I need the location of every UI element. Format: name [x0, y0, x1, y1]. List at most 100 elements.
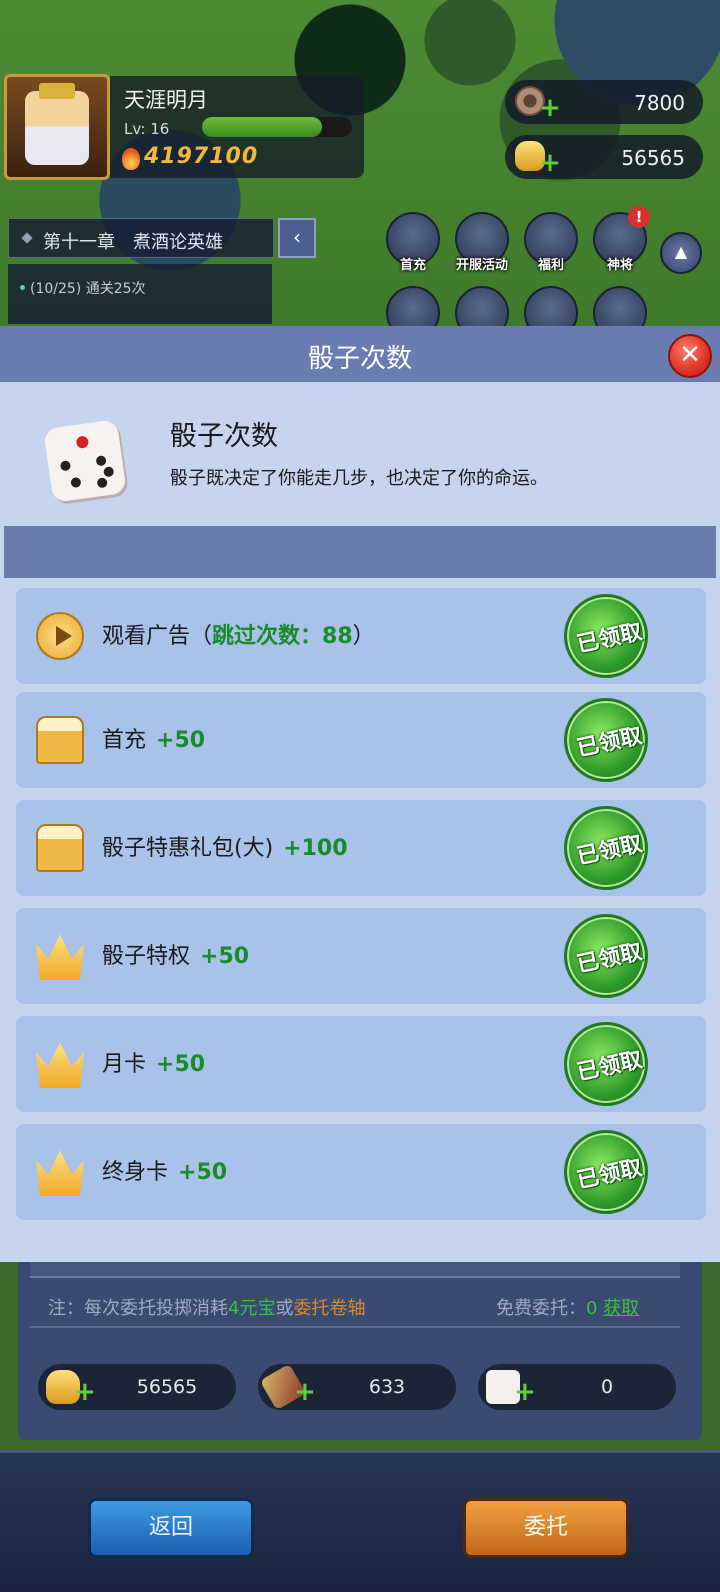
reward-row-dice-privilege: 骰子特权 +50 已领取 [16, 906, 706, 1006]
note-or: 或 [275, 1298, 294, 1319]
get-free-link[interactable]: 获取 [603, 1298, 639, 1319]
notification-badge: ! [628, 206, 650, 228]
collapse-chevron-icon[interactable]: ‹ [278, 218, 316, 258]
row-value: +50 [200, 944, 250, 969]
player-level: Lv: 16 [124, 120, 170, 138]
dialog-header: 骰子次数 [0, 326, 720, 382]
add-ingot-icon[interactable]: + [74, 1379, 96, 1405]
dice-pip [75, 435, 90, 449]
task-bar[interactable]: (10/25) 通关25次 [8, 264, 272, 324]
entrust-cost-note: 注：每次委托投掷消耗4元宝或委托卷轴 [48, 1294, 365, 1320]
player-name: 天涯明月 [124, 88, 208, 112]
row-label-text: 首充 [102, 728, 147, 753]
xp-bar [202, 117, 352, 137]
ingot-value: 56565 [621, 146, 685, 170]
entrust-button[interactable]: 委托 [463, 1498, 629, 1558]
row-value: +50 [156, 1052, 206, 1077]
task-dot-icon [20, 285, 25, 290]
add-copper-icon[interactable]: + [539, 95, 561, 121]
task-progress: (10/25) 通关25次 [30, 281, 146, 297]
close-icon[interactable]: ✕ [668, 334, 712, 378]
reward-row-lifetime-card: 终身卡 +50 已领取 [16, 1122, 706, 1222]
free-label: 免费委托： [496, 1298, 586, 1319]
ingot-counter: + 56565 [38, 1364, 236, 1410]
row-label: 首充 +50 [102, 722, 205, 754]
divine-general-label: 神将 [606, 258, 633, 273]
add-dice-icon[interactable]: + [514, 1379, 536, 1405]
reward-row-watch-ad: 观看广告（跳过次数：88） 已领取 [16, 586, 706, 686]
gift-icon [36, 824, 84, 872]
claimed-stamp: 已领取 [556, 690, 656, 790]
dice-pip [59, 460, 72, 472]
xp-bar-fill [202, 117, 322, 137]
row-value: +100 [283, 836, 348, 861]
claimed-stamp: 已领取 [556, 1014, 656, 1114]
row-label-text: 骰子特权 [102, 944, 191, 969]
row-label-text: 终身卡 [102, 1160, 169, 1185]
claimed-label: 已领取 [574, 831, 645, 870]
claimed-label: 已领取 [574, 939, 645, 978]
row-label: 观看广告（跳过次数：88） [102, 618, 375, 650]
dice-count-dialog: 骰子次数 ✕ 骰子次数 骰子既决定了你能走几步，也决定了你的命运。 观看广告（跳… [0, 326, 720, 1262]
add-scroll-icon[interactable]: + [294, 1379, 316, 1405]
intro-title: 骰子次数 [170, 421, 278, 452]
chapter-bar[interactable]: 第十一章 煮酒论英雄 [8, 218, 274, 258]
section-band [4, 526, 716, 578]
welfare-label: 福利 [537, 258, 564, 273]
row-label-suffix: ） [352, 624, 375, 649]
server-event-label: 开服活动 [455, 258, 508, 273]
row-value: +50 [178, 1160, 228, 1185]
scroll-count: 633 [368, 1376, 406, 1398]
dice-pip [70, 476, 82, 489]
ingot-resource: + 56565 [505, 135, 703, 179]
add-ingot-icon[interactable]: + [539, 150, 561, 176]
dice-pip [95, 455, 107, 467]
chapter-title: 第十一章 煮酒论英雄 [43, 232, 223, 253]
first-recharge-label: 首充 [399, 258, 426, 273]
dice-counter: + 0 [478, 1364, 676, 1410]
row-value: +50 [156, 728, 206, 753]
claimed-label: 已领取 [574, 1155, 645, 1194]
note-cost: 4元宝 [228, 1298, 276, 1319]
back-button[interactable]: 返回 [88, 1498, 254, 1558]
reward-row-first-recharge: 首充 +50 已领取 [16, 690, 706, 790]
claimed-stamp: 已领取 [556, 906, 656, 1006]
note-prefix: 注：每次委托投掷消耗 [48, 1298, 228, 1319]
dialog-title: 骰子次数 [307, 344, 412, 374]
row-label: 骰子特惠礼包(大) +100 [102, 830, 348, 862]
crown-icon [36, 1042, 84, 1088]
player-info-panel: 天涯明月 Lv: 16 4197100 [110, 76, 364, 178]
expand-up-icon[interactable]: ▲ [660, 232, 702, 274]
dice-icon [43, 419, 127, 503]
avatar-portrait [25, 83, 89, 165]
player-avatar[interactable] [4, 74, 110, 180]
claimed-label: 已领取 [574, 619, 645, 658]
claimed-label: 已领取 [574, 1047, 645, 1086]
reward-row-dice-pack: 骰子特惠礼包(大) +100 已领取 [16, 798, 706, 898]
claimed-stamp: 已领取 [556, 798, 656, 898]
note-item: 委托卷轴 [293, 1298, 366, 1319]
claimed-stamp: 已领取 [556, 1122, 656, 1222]
row-label: 骰子特权 +50 [102, 938, 249, 970]
crown-icon [36, 1150, 84, 1196]
intro-description: 骰子既决定了你能走几步，也决定了你的命运。 [170, 468, 548, 489]
copper-resource: + 7800 [505, 80, 703, 124]
combat-power: 4197100 [144, 144, 259, 169]
dice-pip [96, 477, 108, 489]
scroll-counter: + 633 [258, 1363, 456, 1411]
row-label: 月卡 +50 [102, 1046, 205, 1078]
diamond-icon [21, 232, 33, 244]
fire-icon [122, 148, 140, 170]
claimed-label: 已领取 [574, 723, 645, 762]
row-label: 终身卡 +50 [102, 1154, 227, 1186]
claimed-stamp: 已领取 [556, 586, 656, 686]
divider [30, 1326, 680, 1328]
row-label-text: 观看广告（ [102, 624, 213, 649]
row-label-text: 骰子特惠礼包(大) [102, 836, 274, 861]
gift-icon [36, 716, 84, 764]
play-icon [36, 612, 84, 660]
ingot-count: 56565 [136, 1376, 198, 1398]
crown-icon [36, 934, 84, 980]
row-label-text: 月卡 [102, 1052, 147, 1077]
copper-value: 7800 [634, 91, 685, 115]
